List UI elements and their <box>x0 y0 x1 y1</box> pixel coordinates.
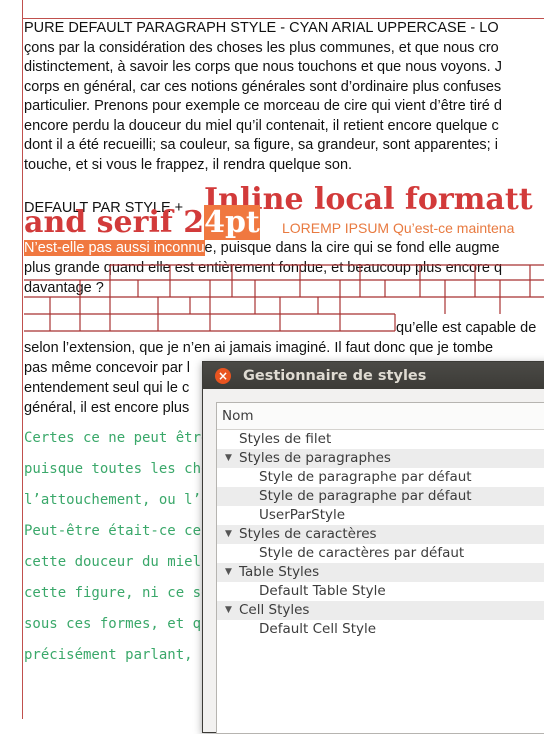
mono-paragraph-line: l’attouchement, ou l’o <box>24 492 210 508</box>
mono-paragraph-line: Certes ce ne peut être <box>24 430 210 446</box>
tree-row-label: Default Cell Style <box>259 621 377 637</box>
expander-arrow-icon[interactable]: ▼ <box>225 601 232 620</box>
paragraph-1-line: çons par la considération des choses les… <box>24 39 499 56</box>
tree-row-label: Styles de caractères <box>239 526 377 542</box>
inline-heading-highlight: 4pt <box>204 205 260 240</box>
mono-paragraph-line: précisément parlant, c <box>24 647 210 663</box>
tree-row[interactable]: Default Table Style <box>217 582 544 601</box>
expander-arrow-icon[interactable]: ▼ <box>225 563 232 582</box>
styles-tree: Styles de filet ▼ Styles de paragraphes Sty… <box>217 430 544 639</box>
styles-tree-view[interactable]: Nom Styles de filet ▼ Styles de paragraphe… <box>216 402 544 734</box>
paragraph-2-line-4: plus grande quand elle est entièrement f… <box>24 260 503 276</box>
paragraph-2-line-5: davantage ? <box>24 280 104 296</box>
paragraph-1-line: particulier. Prenons pour exemple ce mor… <box>24 98 502 114</box>
close-icon: × <box>217 368 229 383</box>
tree-row[interactable]: ▼ Table Styles <box>217 563 544 582</box>
tree-row-label: Styles de filet <box>239 431 332 447</box>
inline-heading-line-2: and serif 24pt <box>24 205 260 240</box>
dialog-titlebar[interactable]: × Gestionnaire de styles <box>203 362 544 389</box>
paragraph-2-line-10: général, il est encore plus <box>24 400 190 416</box>
mono-paragraph-line: sous ces formes, et qu <box>24 616 210 632</box>
tree-row-label: Style de caractères par défaut <box>259 545 465 561</box>
expander-arrow-icon[interactable]: ▼ <box>225 525 232 544</box>
page-margin-guide-vertical <box>22 0 23 719</box>
paragraph-1-line: corps en général, car ces notions généra… <box>24 78 502 95</box>
paragraph-2-line-3: N’est-elle pas aussi inconnue, puisque d… <box>24 239 500 257</box>
paragraph-2-line-3-rest: e, puisque dans la cire qui se fond elle… <box>204 240 500 256</box>
paragraph-1-line: dont il a été recueilli; sa couleur, sa … <box>24 137 498 153</box>
paragraph-2-line-9: entendement seul qui le c <box>24 380 190 396</box>
mono-paragraph-line: puisque toutes les cho <box>24 461 210 477</box>
style-manager-dialog[interactable]: × Gestionnaire de styles Nom Styles de f… <box>202 361 544 734</box>
inline-heading-text: and serif 2 <box>24 205 205 240</box>
tree-row-label: Style de paragraphe par défaut <box>259 469 472 485</box>
paragraph-1-line: distinctement, à savoir les corps que no… <box>24 59 502 75</box>
tree-row-label: Table Styles <box>239 564 320 580</box>
tree-row[interactable]: ▼ Styles de caractères <box>217 525 544 544</box>
tree-row-label: Cell Styles <box>239 602 310 618</box>
tree-row[interactable]: Default Cell Style <box>217 620 544 639</box>
tree-row[interactable]: ▼ Styles de paragraphes <box>217 449 544 468</box>
paragraph-2-line-6: qu’elle est capable de <box>396 320 537 336</box>
paragraph-1-line: encore perdu la douceur du miel qu’il co… <box>24 117 499 134</box>
mono-paragraph-line: Peut-être était-ce ce <box>24 523 202 539</box>
tree-row-label: Style de paragraphe par défaut <box>259 488 472 504</box>
tree-row-label: Styles de paragraphes <box>239 450 391 466</box>
paragraph-1-line: touche, et si vous le frappez, il rendra… <box>24 156 353 173</box>
expander-arrow-icon[interactable]: ▼ <box>225 449 232 468</box>
paragraph-2-line-8: pas même concevoir par l <box>24 360 191 376</box>
column-header-name[interactable]: Nom <box>217 403 544 430</box>
tree-row[interactable]: UserParStyle <box>217 506 544 525</box>
tree-row[interactable]: Style de paragraphe par défaut <box>217 468 544 487</box>
tree-row[interactable]: Style de caractères par défaut <box>217 544 544 563</box>
mono-paragraph-line: cette douceur du miel, <box>24 554 210 570</box>
selected-text-highlight: N’est-elle pas aussi inconnu <box>24 240 205 256</box>
tree-row-label: UserParStyle <box>259 507 346 523</box>
tree-row[interactable]: ▼ Cell Styles <box>217 601 544 620</box>
close-button[interactable]: × <box>215 367 231 384</box>
tree-row-label: Default Table Style <box>259 583 386 599</box>
mono-paragraph-line: cette figure, ni ce so <box>24 585 210 601</box>
tree-row[interactable]: Styles de filet <box>217 430 544 449</box>
lorem-text: LOREMP IPSUM Qu’est-ce maintena <box>282 220 515 236</box>
dialog-title: Gestionnaire de styles <box>243 367 427 384</box>
paragraph-2-line-7: selon l’extension, que je n’en ai jamais… <box>24 340 494 356</box>
tree-row[interactable]: Style de paragraphe par défaut <box>217 487 544 506</box>
paragraph-1-line: PURE DEFAULT PARAGRAPH STYLE - CYAN ARIA… <box>24 20 499 36</box>
